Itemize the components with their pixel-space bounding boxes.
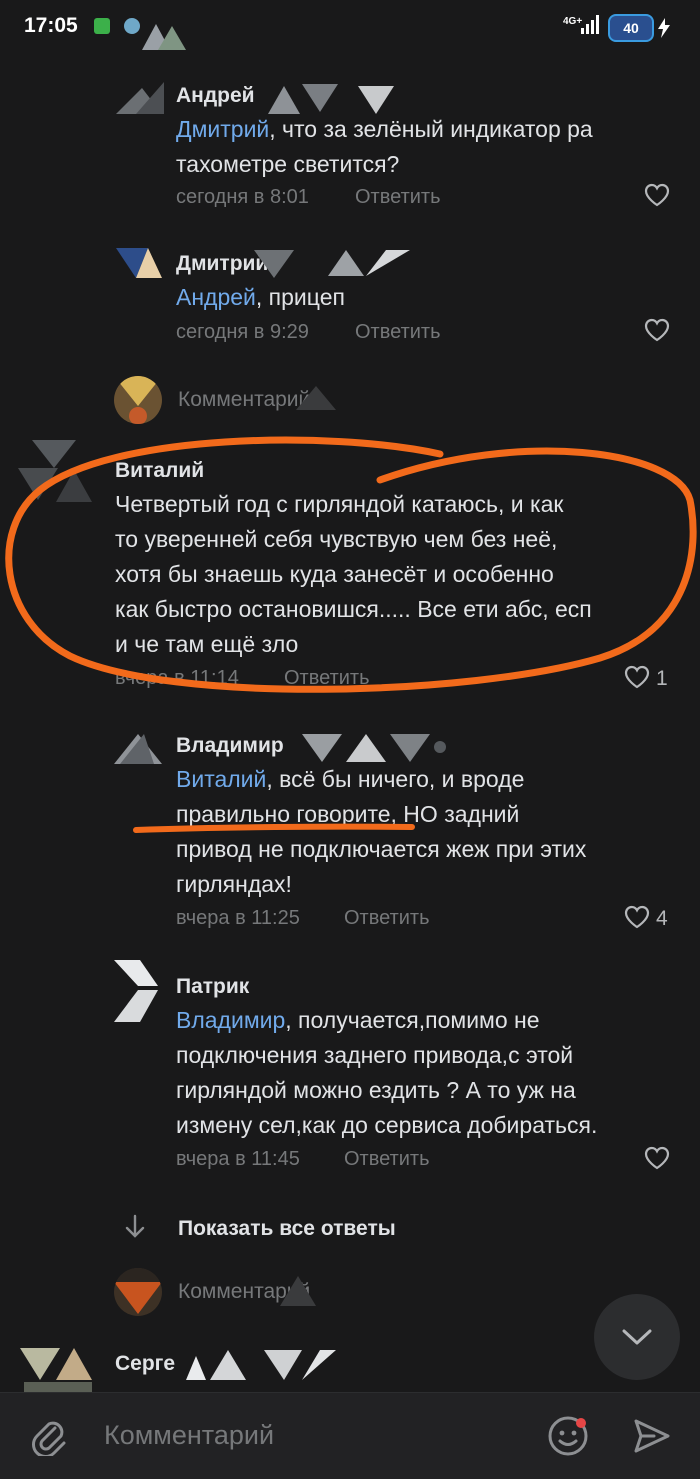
- comment-text: Дмитрий, что за зелёный индикатор ра тах…: [176, 116, 593, 177]
- comment-text: Владимир, получается,помимо не подключен…: [176, 1007, 598, 1138]
- avatar[interactable]: [116, 74, 164, 122]
- heart-icon[interactable]: [644, 183, 670, 207]
- like-count: 4: [656, 907, 668, 930]
- reply-button[interactable]: Ответить: [344, 1148, 430, 1171]
- mention-link[interactable]: Владимир: [176, 1007, 285, 1033]
- avatar[interactable]: [114, 960, 162, 1024]
- status-time: 17:05: [24, 14, 78, 37]
- avatar[interactable]: [114, 734, 162, 782]
- shield-notification-icon: [94, 18, 110, 34]
- comment-text: Четвертый год с гирляндой катаюсь, и как…: [115, 491, 592, 657]
- charging-icon: [658, 18, 670, 38]
- battery-indicator: 40: [608, 14, 654, 42]
- comment-author[interactable]: Серге: [115, 1352, 175, 1376]
- avatar[interactable]: [20, 1346, 96, 1392]
- comment-time: сегодня в 8:01: [176, 186, 309, 208]
- heart-icon[interactable]: [644, 1146, 670, 1170]
- comment-text: Виталий, всё бы ничего, и вроде правильн…: [176, 766, 587, 897]
- mention-link[interactable]: Дмитрий: [176, 116, 269, 142]
- comment-author[interactable]: Патрик: [176, 975, 249, 999]
- reply-input[interactable]: Комментарий: [178, 388, 310, 412]
- mention-link[interactable]: Виталий: [176, 766, 266, 792]
- name-redaction: [254, 250, 410, 278]
- comment-time: вчера в 11:25: [176, 907, 300, 929]
- comment-author[interactable]: Андрей: [176, 84, 255, 108]
- app-notification-icon: [124, 18, 140, 34]
- placeholder-redaction: [296, 386, 336, 410]
- my-avatar: [114, 1268, 162, 1316]
- name-redaction: [268, 84, 394, 114]
- show-all-replies-button[interactable]: Показать все ответы: [178, 1217, 396, 1241]
- name-redaction: [186, 1350, 336, 1380]
- reply-button[interactable]: Ответить: [355, 186, 441, 209]
- heart-icon[interactable]: [624, 665, 650, 689]
- mention-link[interactable]: Андрей: [176, 284, 256, 310]
- comment-text: Андрей, прицеп: [176, 284, 345, 310]
- signal-strength-icon: [581, 15, 599, 34]
- comment-input[interactable]: Комментарий: [104, 1420, 274, 1451]
- like-count: 1: [656, 667, 668, 690]
- chevron-down-icon: [622, 1329, 652, 1345]
- notification-dot: [576, 1418, 586, 1428]
- attach-icon[interactable]: [30, 1416, 68, 1456]
- reply-button[interactable]: Ответить: [344, 907, 430, 930]
- avatar[interactable]: [116, 242, 164, 290]
- comment-author[interactable]: Владимир: [176, 734, 284, 758]
- reply-button[interactable]: Ответить: [284, 667, 370, 690]
- emoji-icon[interactable]: [546, 1414, 590, 1458]
- my-avatar: [114, 376, 162, 424]
- comment-time: вчера в 11:14: [115, 667, 239, 689]
- placeholder-redaction: [280, 1276, 316, 1306]
- name-redaction: [302, 734, 446, 762]
- arrow-down-icon[interactable]: [124, 1214, 146, 1240]
- heart-icon[interactable]: [644, 318, 670, 342]
- send-icon[interactable]: [632, 1416, 672, 1456]
- avatar[interactable]: [18, 440, 94, 506]
- comment-time: сегодня в 9:29: [176, 321, 309, 343]
- scroll-down-button[interactable]: [594, 1294, 680, 1380]
- comment-time: вчера в 11:45: [176, 1148, 300, 1170]
- heart-icon[interactable]: [624, 905, 650, 929]
- comment-author[interactable]: Виталий: [115, 459, 204, 483]
- reply-button[interactable]: Ответить: [355, 321, 441, 344]
- notification-avatar-icon: [142, 24, 186, 50]
